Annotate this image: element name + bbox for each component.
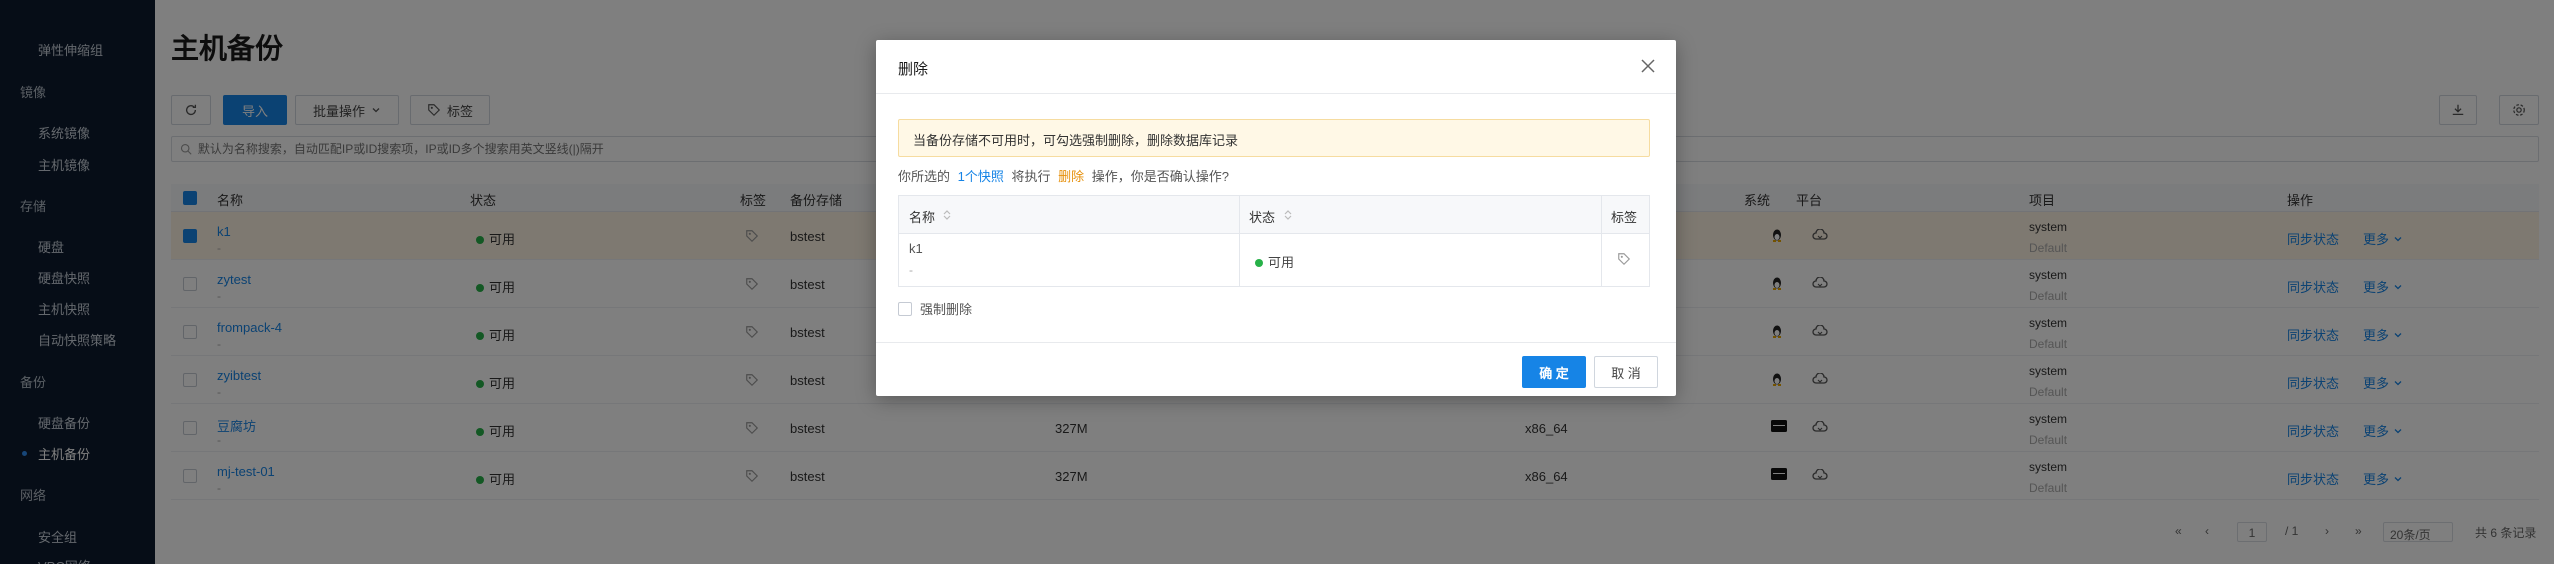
dialog-row-name: k1 <box>909 241 923 256</box>
close-icon <box>1641 59 1655 73</box>
dialog-row-status: 可用 <box>1255 252 1294 271</box>
cancel-button[interactable]: 取 消 <box>1594 356 1658 388</box>
column-divider <box>1601 196 1602 286</box>
dialog-footer-divider <box>876 342 1676 343</box>
confirm-suffix: 操作，你是否确认操作? <box>1091 169 1230 184</box>
force-delete-option[interactable]: 强制删除 <box>898 299 972 318</box>
warning-alert: 当备份存储不可用时，可勾选强制删除，删除数据库记录 <box>898 119 1650 157</box>
dialog-title: 删除 <box>898 61 929 78</box>
operation-name: 删除 <box>1058 169 1085 184</box>
sort-icon[interactable] <box>943 210 951 220</box>
tag-icon[interactable] <box>1617 252 1631 266</box>
confirm-mid: 将执行 <box>1011 169 1051 184</box>
status-dot <box>1255 259 1263 267</box>
selected-count-link[interactable]: 1个快照 <box>958 169 1004 184</box>
column-divider <box>1239 196 1240 286</box>
dialog-column-tag: 标签 <box>1611 210 1638 225</box>
confirm-button[interactable]: 确 定 <box>1522 356 1586 388</box>
dialog-row-sub: - <box>909 263 913 277</box>
force-delete-label: 强制删除 <box>920 302 973 317</box>
delete-dialog: 删除 当备份存储不可用时，可勾选强制删除，删除数据库记录 你所选的 1个快照 将… <box>876 40 1676 396</box>
sort-icon[interactable] <box>1284 210 1292 220</box>
dialog-row-status-text: 可用 <box>1268 255 1295 270</box>
dialog-column-status: 状态 <box>1249 210 1276 225</box>
force-delete-checkbox[interactable] <box>898 301 912 316</box>
dialog-header: 删除 <box>876 40 1676 94</box>
close-button[interactable] <box>1638 56 1658 76</box>
confirm-prefix: 你所选的 <box>898 169 951 184</box>
dialog-table: 名称 状态 标签 k1 - 可用 <box>898 195 1650 287</box>
dialog-table-header: 名称 状态 标签 <box>899 196 1649 234</box>
confirm-text: 你所选的 1个快照 将执行 删除 操作，你是否确认操作? <box>898 166 1229 185</box>
dialog-column-name: 名称 <box>909 210 936 225</box>
